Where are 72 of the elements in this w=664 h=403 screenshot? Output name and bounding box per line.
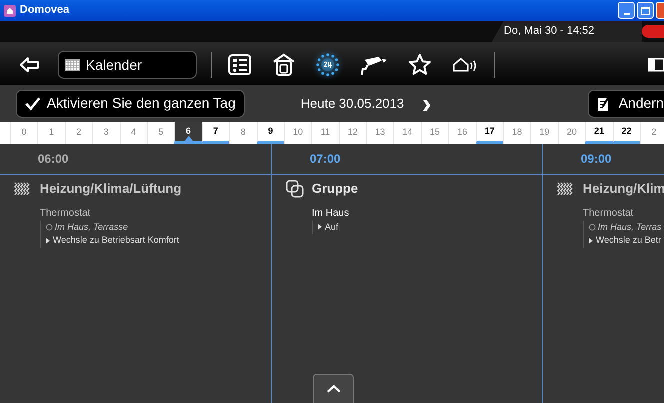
clock-24-icon[interactable] (316, 53, 340, 77)
house-signal-icon[interactable] (452, 57, 478, 73)
hour-tab[interactable]: 18 (503, 122, 530, 144)
date-label: Heute 30.05.2013 (300, 94, 404, 113)
star-icon[interactable] (408, 53, 432, 77)
location-label: Im Haus, Terras (598, 220, 662, 234)
hour-tab[interactable]: 17 (476, 122, 504, 144)
hour-tab[interactable]: 7 (202, 122, 230, 144)
hour-tab[interactable]: 8 (229, 122, 257, 144)
hour-tab[interactable]: 2 (640, 122, 664, 144)
hour-tab[interactable]: 15 (420, 122, 448, 144)
hour-tab[interactable]: 19 (530, 122, 558, 144)
scroll-up-button[interactable] (313, 374, 354, 403)
overlapping-squares-icon (286, 180, 304, 198)
event-card[interactable]: Gruppe Im Haus Auf (272, 174, 542, 403)
action-label: Wechsle zu Betr (596, 234, 662, 247)
notepad-pencil-icon (596, 96, 611, 112)
event-title: Gruppe (312, 180, 358, 198)
next-day-button[interactable]: › (422, 90, 432, 118)
view-selector[interactable]: Kalender (58, 51, 197, 79)
device-name: Thermostat (40, 206, 92, 220)
hour-tab[interactable]: 20 (558, 122, 586, 144)
device-name: Thermostat (583, 206, 635, 220)
hour-tab[interactable]: 4 (120, 122, 147, 144)
camera-icon[interactable] (360, 54, 388, 76)
house-icon[interactable] (272, 53, 296, 77)
bullet-triangle-icon (46, 238, 50, 244)
hour-tab[interactable]: 3 (92, 122, 120, 144)
event-card[interactable]: Heizung/Klima/Lüftung Thermostat Im Haus, Terrasse Wechsle zu Betriebsart Komfort (0, 174, 271, 403)
location-label: Im Haus, Terrasse (55, 220, 128, 234)
bullet-triangle-icon (318, 224, 322, 230)
hour-tab[interactable]: 16 (448, 122, 476, 144)
window-title: Domovea (20, 3, 70, 18)
date-time-panel: Do, Mai 30 - 14:52 (492, 21, 642, 42)
hour-tab[interactable]: 12 (338, 122, 366, 144)
hour-tab[interactable]: 2 (64, 122, 92, 144)
panel-toggle-icon[interactable] (648, 57, 664, 73)
action-label: Wechsle zu Betriebsart Komfort (53, 234, 180, 247)
event-title: Heizung/Klima/Lüftung (40, 180, 182, 198)
hour-tab[interactable]: 6 (174, 122, 202, 144)
edit-button[interactable]: Andern (588, 90, 664, 118)
hour-tab[interactable]: 1 (37, 122, 65, 144)
hour-tab[interactable]: 21 (585, 122, 613, 144)
bullet-triangle-icon (589, 238, 593, 244)
location-icon (589, 224, 596, 231)
device-name: Im Haus (312, 206, 350, 220)
hour-tab[interactable]: 11 (311, 122, 339, 144)
selection-pointer-icon (184, 136, 193, 141)
app-icon (4, 4, 16, 16)
checkmark-icon (25, 96, 41, 110)
action-label: Auf (325, 220, 339, 234)
hour-tab[interactable]: 22 (612, 122, 640, 144)
heating-waves-icon (14, 182, 32, 196)
calendar-icon (65, 59, 80, 71)
hour-tab[interactable]: 14 (393, 122, 421, 144)
chevron-up-icon (326, 385, 340, 393)
close-button[interactable] (656, 2, 664, 19)
list-icon[interactable] (228, 54, 252, 76)
hour-tab[interactable]: 9 (256, 122, 284, 144)
location-icon (46, 224, 53, 231)
minimize-button[interactable] (618, 2, 635, 19)
time-label: 07:00 (310, 151, 341, 168)
back-arrow-icon[interactable] (20, 57, 40, 73)
hour-tab[interactable]: 0 (10, 122, 38, 144)
time-label: 09:00 (581, 151, 612, 168)
status-indicator (642, 25, 664, 38)
heating-waves-icon (557, 182, 575, 196)
hour-tab[interactable]: 13 (366, 122, 394, 144)
activate-whole-day-button[interactable]: Aktivieren Sie den ganzen Tag (16, 90, 245, 118)
maximize-button[interactable] (637, 2, 654, 19)
time-label: 06:00 (38, 151, 69, 168)
hour-tab[interactable]: 10 (284, 122, 312, 144)
